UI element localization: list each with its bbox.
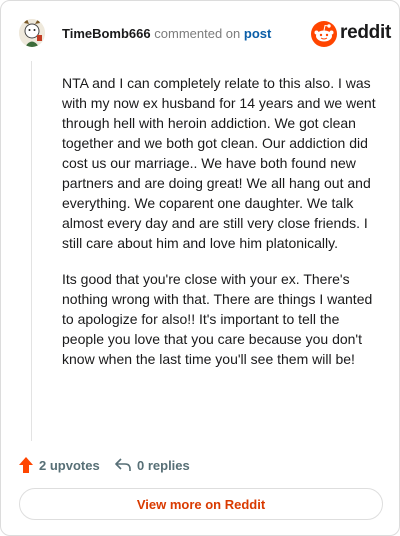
user-avatar[interactable]: [19, 19, 45, 47]
comment-paragraph: Its good that you're close with your ex.…: [62, 271, 373, 367]
upvote-arrow-icon: [19, 457, 33, 473]
username-link[interactable]: TimeBomb666: [62, 26, 151, 41]
reddit-alien-icon: [311, 21, 337, 47]
replies-count: 0 replies: [137, 457, 190, 473]
reddit-wordmark: reddit: [340, 22, 391, 43]
view-more-label: View more on Reddit: [136, 496, 266, 512]
comment-header: TimeBomb666 commented on post reddit: [19, 19, 391, 49]
comment-byline: TimeBomb666 commented on post: [62, 26, 271, 42]
comment-body: NTA and I can completely relate to this …: [62, 73, 380, 385]
reddit-brand[interactable]: reddit: [311, 19, 391, 49]
embedded-comment-card: TimeBomb666 commented on post reddit NTA…: [0, 0, 400, 536]
replies-button[interactable]: 0 replies: [115, 454, 190, 476]
comment-actions: 2 upvotes 0 replies: [19, 454, 379, 476]
reply-arrow-icon: [115, 458, 131, 471]
post-link[interactable]: post: [244, 26, 271, 41]
thread-line: [31, 61, 32, 441]
upvotes-count: 2 upvotes: [39, 457, 100, 473]
comment-paragraph: NTA and I can completely relate to this …: [62, 75, 376, 251]
upvote-button[interactable]: 2 upvotes: [19, 454, 100, 476]
commented-on-text: commented on: [154, 26, 241, 41]
view-more-button[interactable]: View more on Reddit: [19, 488, 383, 520]
